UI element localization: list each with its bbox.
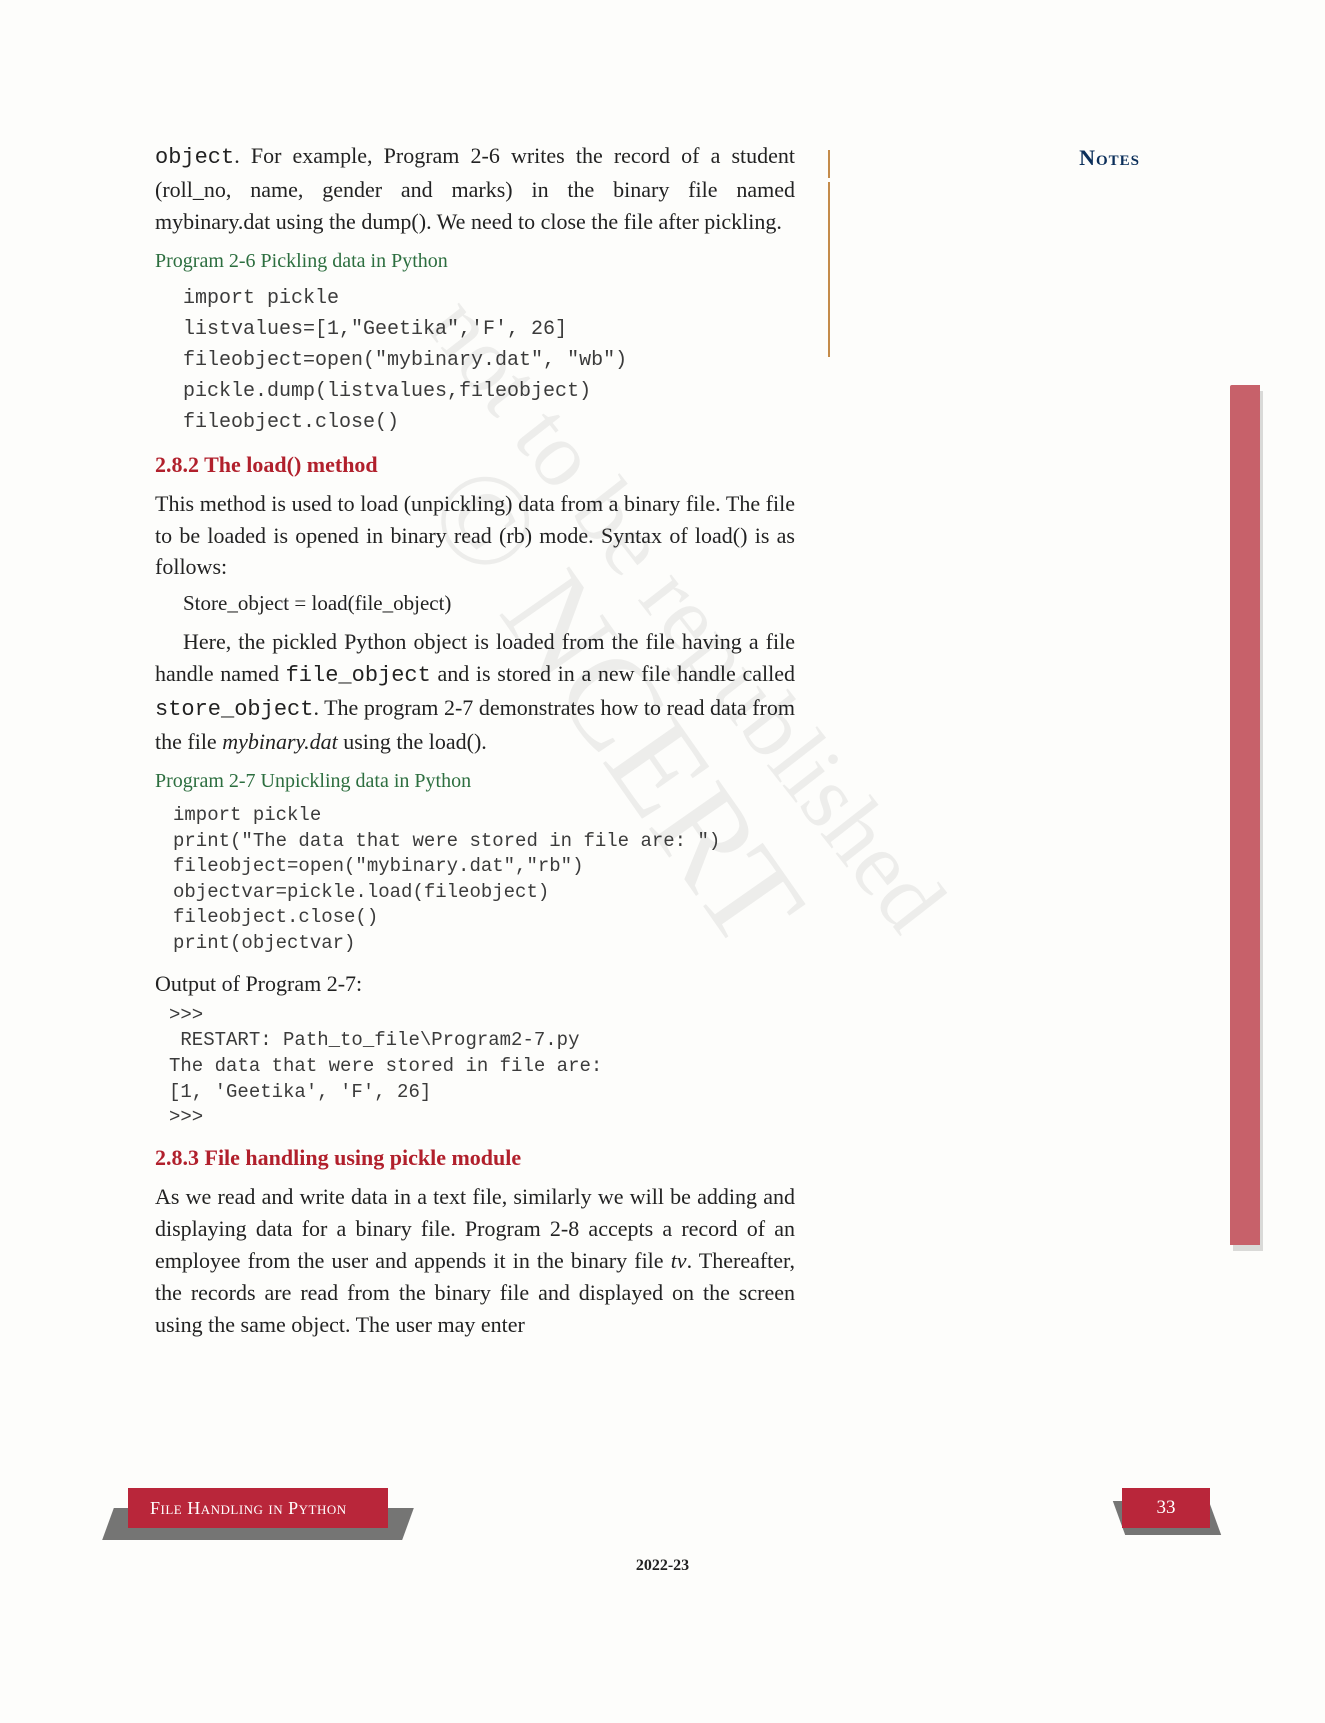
footer-chapter-text: File Handling in Python: [150, 1498, 347, 1519]
notes-rule: [828, 150, 830, 178]
notes-rule-2: [828, 182, 830, 357]
inline-code-object: object: [155, 145, 234, 170]
program-2-6-code: import pickle listvalues=[1,"Geetika",'F…: [183, 283, 795, 438]
output-2-7-block: >>> RESTART: Path_to_file\Program2-7.py …: [169, 1003, 795, 1131]
page-number-text: 33: [1157, 1497, 1176, 1519]
heading-2-8-2: 2.8.2 The load() method: [155, 452, 795, 478]
main-content: object. For example, Program 2-6 writes …: [155, 140, 795, 1346]
load-exp-post2: using the load().: [338, 729, 487, 754]
load-exp-mid: and is stored in a new file handle calle…: [431, 661, 795, 686]
load-explanation-paragraph: Here, the pickled Python object is loade…: [155, 626, 795, 758]
textbook-page: Notes © NCERT not to be republished obje…: [0, 0, 1325, 1723]
load-method-paragraph: This method is used to load (unpickling)…: [155, 488, 795, 584]
page-number: 33: [1122, 1488, 1210, 1528]
inline-code-file-object: file_object: [286, 663, 431, 688]
heading-2-8-3: 2.8.3 File handling using pickle module: [155, 1145, 795, 1171]
program-2-7-label: Program 2-7 Unpickling data in Python: [155, 770, 795, 793]
program-2-7-code: import pickle print("The data that were …: [173, 803, 795, 957]
pickle-module-paragraph: As we read and write data in a text file…: [155, 1181, 795, 1340]
notes-heading: Notes: [1079, 145, 1140, 171]
intro-paragraph: object. For example, Program 2-6 writes …: [155, 140, 795, 238]
intro-text: . For example, Program 2-6 writes the re…: [155, 143, 795, 234]
program-2-6-label: Program 2-6 Pickling data in Python: [155, 250, 795, 273]
inline-file-tv: tv: [671, 1248, 687, 1273]
output-2-7-label: Output of Program 2-7:: [155, 971, 795, 997]
edition-year: 2022-23: [0, 1557, 1325, 1575]
side-tab: [1230, 385, 1260, 1245]
footer-chapter-title: File Handling in Python: [128, 1488, 388, 1528]
load-syntax: Store_object = load(file_object): [183, 591, 795, 616]
inline-code-store-object: store_object: [155, 697, 313, 722]
inline-file-mybinary: mybinary.dat: [222, 729, 338, 754]
